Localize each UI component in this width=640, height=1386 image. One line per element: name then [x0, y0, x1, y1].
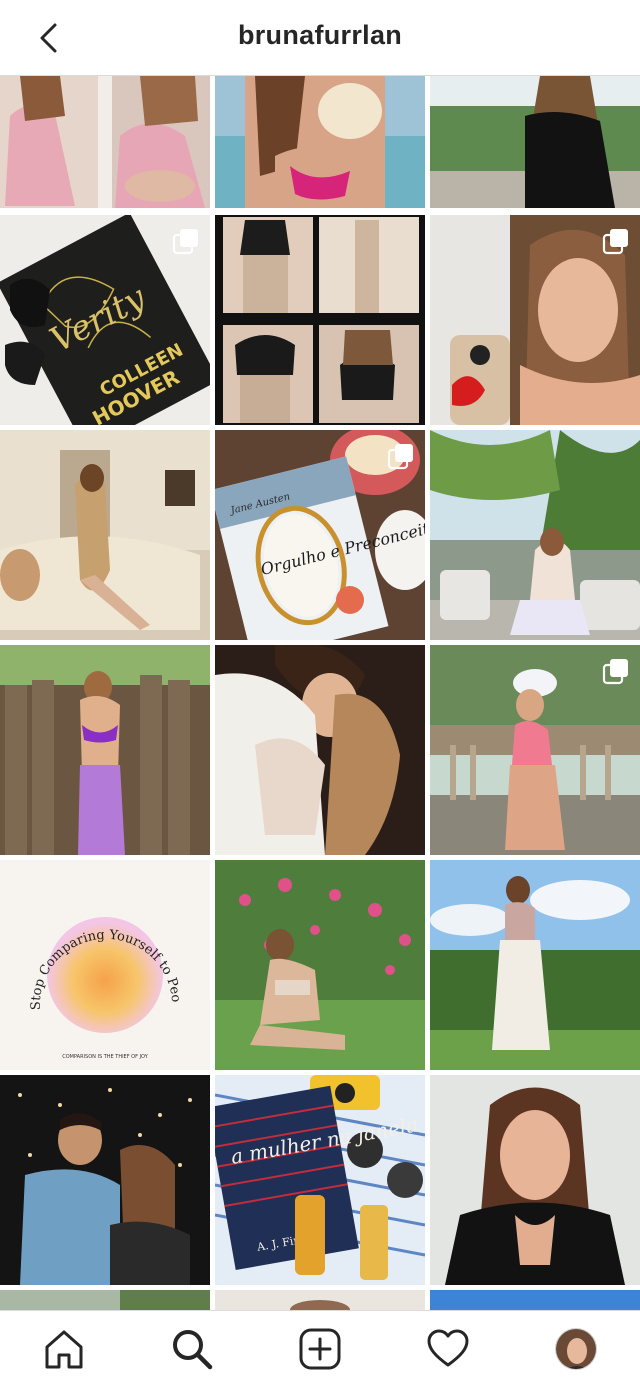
post-tile[interactable] — [0, 76, 210, 208]
carousel-icon — [172, 229, 198, 255]
tab-search[interactable] — [162, 1323, 222, 1375]
carousel-icon — [602, 659, 628, 685]
heart-icon — [427, 1329, 469, 1367]
post-tile[interactable] — [430, 430, 640, 640]
add-post-icon — [299, 1328, 341, 1370]
post-tile[interactable] — [430, 1075, 640, 1285]
tab-create[interactable] — [290, 1323, 350, 1375]
post-tile[interactable] — [215, 645, 425, 855]
post-tile[interactable] — [430, 215, 640, 425]
profile-username-title: brunafurrlan — [237, 20, 403, 50]
post-tile[interactable]: Verity COLLEEN HOOVER — [0, 215, 210, 425]
post-tile[interactable]: Stop Comparing Yourself to People on the… — [0, 860, 210, 1070]
quote-footer: COMPARISON IS THE THIEF OF JOY — [62, 1054, 148, 1060]
tab-home[interactable] — [34, 1323, 94, 1375]
post-tile[interactable] — [215, 1290, 425, 1310]
post-tile[interactable] — [430, 645, 640, 855]
post-tile[interactable] — [430, 860, 640, 1070]
post-tile[interactable] — [215, 76, 425, 208]
post-tile[interactable] — [430, 76, 640, 208]
post-tile[interactable]: a mulher na janela A. J. Finn — [215, 1075, 425, 1285]
search-icon — [173, 1330, 213, 1370]
bottom-tab-bar — [0, 1310, 640, 1386]
post-tile[interactable] — [0, 430, 210, 640]
post-tile[interactable]: Jane Austen Orgulho e Preconceito — [215, 430, 425, 640]
post-tile[interactable] — [430, 1290, 640, 1310]
post-tile[interactable] — [0, 645, 210, 855]
carousel-icon — [387, 444, 413, 470]
home-icon — [45, 1330, 83, 1369]
post-tile[interactable] — [0, 1290, 210, 1310]
post-tile[interactable] — [0, 1075, 210, 1285]
post-tile[interactable] — [215, 860, 425, 1070]
posts-grid[interactable]: Verity COLLEEN HOOVER Jane Austen Orgulh… — [0, 76, 640, 1310]
post-tile[interactable] — [215, 215, 425, 425]
tab-profile[interactable] — [546, 1323, 606, 1375]
carousel-icon — [602, 229, 628, 255]
tab-activity[interactable] — [418, 1323, 478, 1375]
profile-avatar — [555, 1328, 597, 1370]
top-bar: brunafurrlan — [0, 0, 640, 76]
